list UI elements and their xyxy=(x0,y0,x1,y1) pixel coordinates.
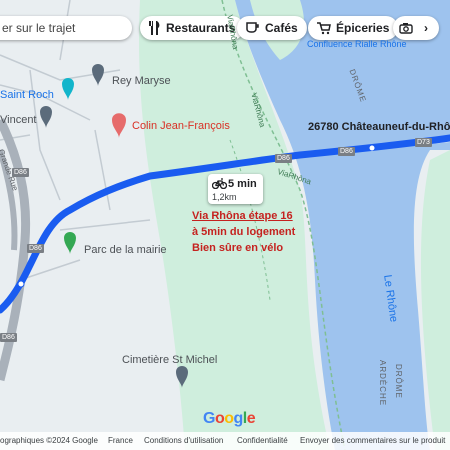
restaurants-chip-label: Restaurants xyxy=(166,21,236,35)
road-badge-d86: D86 xyxy=(338,147,355,156)
route-distance: 1,2km xyxy=(212,192,237,202)
place-label-vincent[interactable]: Vincent xyxy=(0,114,37,126)
cafes-chip[interactable]: Cafés xyxy=(237,16,307,40)
google-logo: Google xyxy=(203,410,256,427)
annotation-line-3: Bien sûre en vélo xyxy=(192,242,284,254)
place-label-cimetiere[interactable]: Cimetière St Michel xyxy=(122,354,217,366)
road-badge-d73: D73 xyxy=(415,138,432,147)
region-label-drome-bottom: DRÔME xyxy=(394,364,403,399)
shopping-cart-icon xyxy=(317,21,331,34)
town-label[interactable]: 26780 Châteauneuf-du-Rhôn xyxy=(308,121,450,133)
place-label-saint-roch[interactable]: Saint Roch xyxy=(0,89,54,101)
place-label-parc-mairie[interactable]: Parc de la mairie xyxy=(84,244,167,256)
cafes-chip-label: Cafés xyxy=(265,21,298,35)
road-badge-d86: D86 xyxy=(275,154,292,163)
coffee-cup-icon xyxy=(246,22,259,33)
privacy-link[interactable]: Confidentialité xyxy=(237,436,288,445)
photos-chip[interactable]: › xyxy=(393,16,439,40)
feedback-link[interactable]: Envoyer des commentaires sur le produit xyxy=(300,436,445,445)
route-time: 5 min xyxy=(228,178,257,190)
place-label-rey-maryse[interactable]: Rey Maryse xyxy=(112,75,171,87)
annotation-line-2: à 5min du logement xyxy=(192,226,296,238)
map-footer: ographiques ©2024 Google France Conditio… xyxy=(0,432,450,450)
groceries-chip[interactable]: Épiceries xyxy=(308,16,399,40)
fork-knife-icon xyxy=(149,21,160,35)
country-link[interactable]: France xyxy=(108,436,133,445)
search-along-route-input[interactable]: er sur le trajet xyxy=(0,16,132,40)
chevron-right-icon[interactable]: › xyxy=(424,21,428,35)
search-placeholder: er sur le trajet xyxy=(2,21,76,35)
camera-icon xyxy=(399,23,413,34)
road-badge-d86: D86 xyxy=(0,333,17,342)
road-badge-d86: D86 xyxy=(12,168,29,177)
terms-link[interactable]: Conditions d'utilisation xyxy=(144,436,223,445)
groceries-chip-label: Épiceries xyxy=(336,21,390,35)
place-label-colin[interactable]: Colin Jean-François xyxy=(132,120,230,132)
road-badge-d86: D86 xyxy=(27,244,44,253)
region-label-ardeche: ARDÈCHE xyxy=(378,360,387,407)
route-duration-badge[interactable]: 5 min 1,2km xyxy=(208,174,263,204)
map-data-attribution: ographiques ©2024 Google xyxy=(0,436,98,445)
place-label-confluence[interactable]: Confluence Rialle Rhône xyxy=(307,39,407,49)
annotation-line-1: Via Rhôna étape 16 xyxy=(192,210,293,222)
bicycle-icon xyxy=(212,178,227,189)
